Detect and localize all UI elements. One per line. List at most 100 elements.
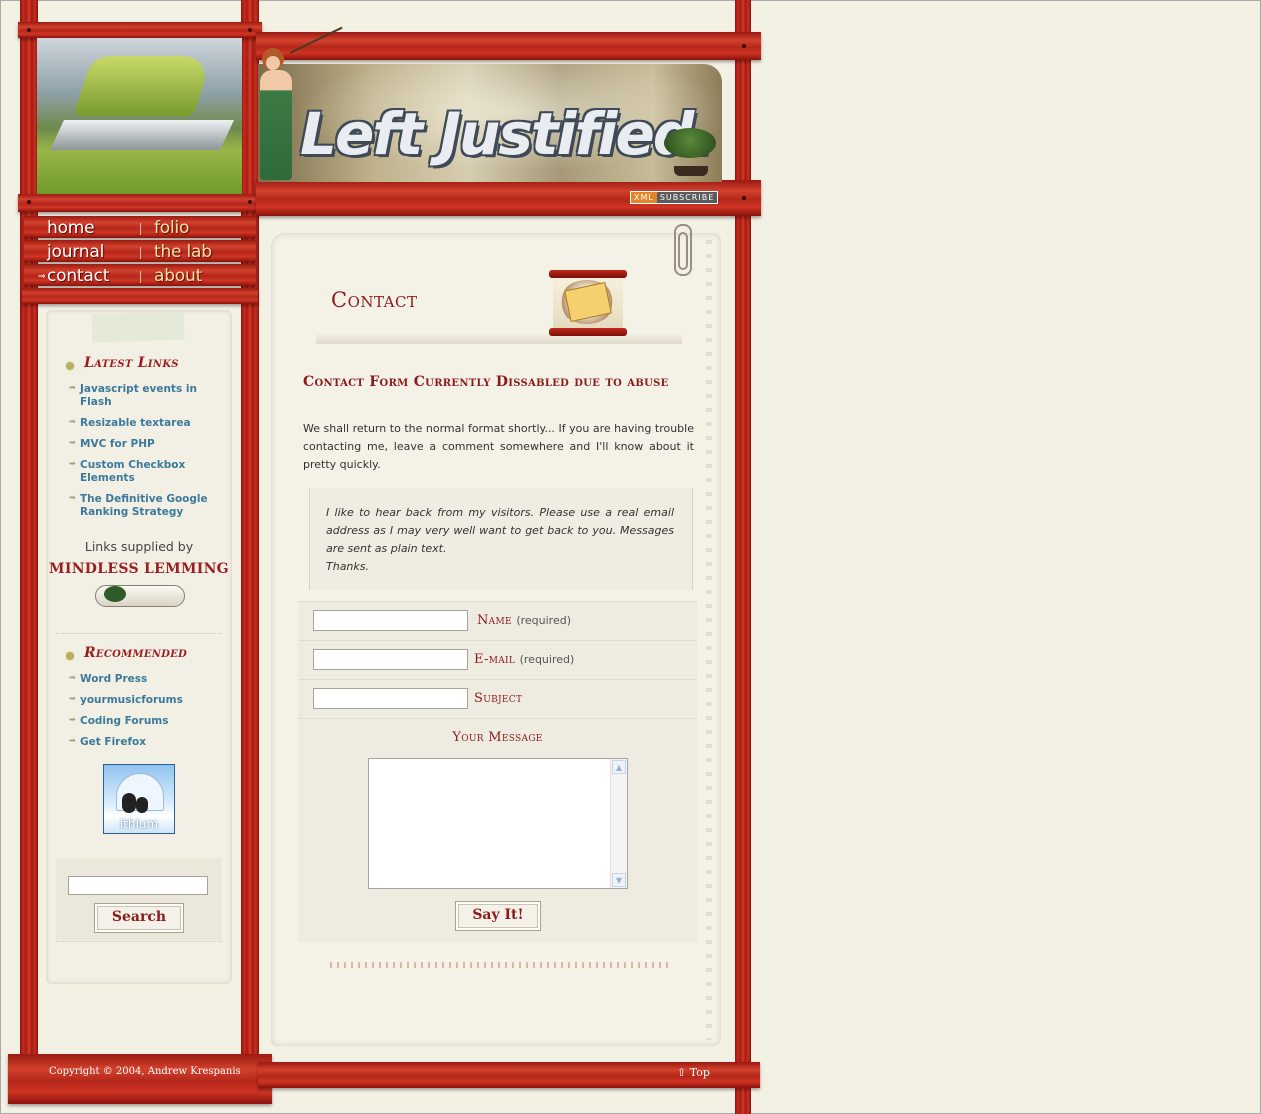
paperclip-inner: [678, 232, 688, 270]
top-left-beam: [18, 22, 262, 38]
intro-text: We shall return to the normal format sho…: [303, 422, 694, 471]
left-outer-post: [20, 0, 38, 1060]
visitor-note: I like to hear back from my visitors. Pl…: [309, 488, 693, 590]
up-arrow-icon: ⇧: [677, 1066, 687, 1079]
nav-folio[interactable]: folio: [154, 218, 189, 238]
nav-home[interactable]: home: [47, 218, 95, 238]
latest-links-heading: Latest Links: [84, 355, 179, 371]
nav-separator: [140, 223, 141, 235]
arrow-icon: ➡: [69, 417, 76, 426]
notice-heading: Contact Form Currently Dissabled due to …: [303, 374, 669, 390]
xml-badge-left: XML: [631, 192, 657, 203]
footer-left-beam: [8, 1054, 272, 1104]
divider: [56, 941, 222, 942]
subject-label: Subject: [474, 691, 523, 706]
name-label: Name (required): [477, 613, 571, 628]
scroll-rod-top: [549, 270, 627, 278]
email-label-text: E-mail: [474, 652, 516, 667]
nail-icon: [742, 196, 746, 200]
stitch-decoration: [706, 240, 712, 1040]
scroll-up-icon[interactable]: ▲: [612, 760, 626, 774]
dotted-divider: [330, 962, 670, 968]
arrow-icon: ➡: [69, 383, 76, 392]
arrow-icon: ➡: [69, 736, 76, 745]
nav-separator: [140, 271, 141, 283]
subject-field[interactable]: [313, 688, 468, 709]
active-arrow-icon: ⇒: [38, 272, 46, 282]
nav-the-lab[interactable]: the lab: [154, 242, 212, 262]
ithium-badge[interactable]: ithium: [103, 764, 175, 834]
stapler-shape: [73, 56, 213, 116]
copyright-text: Copyright © 2004, Andrew Krespanis: [49, 1066, 241, 1077]
recommended-link-item[interactable]: Get Firefox: [80, 736, 220, 749]
nail-icon: [248, 28, 252, 32]
scroll-rod-bottom: [549, 328, 627, 336]
email-required: (required): [519, 653, 575, 666]
header-thumbnail-image: [37, 38, 242, 194]
latest-link-item[interactable]: Resizable textarea: [80, 417, 220, 430]
nav-about[interactable]: about: [154, 266, 202, 286]
right-post: [735, 0, 751, 1114]
recommended-heading: Recommended: [84, 645, 188, 661]
penguin-icon: [136, 797, 148, 813]
visitor-note-sign: Thanks.: [326, 560, 370, 573]
textarea-scrollbar[interactable]: ▲ ▼: [610, 759, 627, 888]
name-required: (required): [516, 614, 571, 627]
ithium-label: ithium: [119, 817, 159, 831]
pinup-body: [260, 70, 292, 180]
arrow-icon: ➡: [69, 694, 76, 703]
nav-separator: [140, 247, 141, 259]
nav-contact[interactable]: contact: [47, 266, 109, 286]
bullet-icon: [65, 361, 75, 371]
arrow-icon: ➡: [69, 493, 76, 502]
bonsai-icon: [660, 128, 720, 180]
recommended-link-item[interactable]: yourmusicforums: [80, 694, 220, 707]
search-button[interactable]: Search: [94, 903, 184, 933]
divider: [56, 633, 222, 634]
scroll-down-icon[interactable]: ▼: [612, 873, 626, 887]
latest-link-item[interactable]: MVC for PHP: [80, 438, 220, 451]
submit-button[interactable]: Say It!: [455, 901, 541, 931]
bonsai-crown: [664, 128, 716, 158]
xml-badge-right: SUBSCRIBE: [656, 192, 718, 203]
nail-icon: [742, 44, 746, 48]
header-bottom-beam: [18, 194, 262, 212]
mindless-lemming-link[interactable]: MINDLESS LEMMING: [46, 561, 232, 577]
arrow-icon: ➡: [69, 673, 76, 682]
recommended-link-item[interactable]: Word Press: [80, 673, 220, 686]
latest-link-item[interactable]: The Definitive Google Ranking Strategy: [80, 493, 220, 519]
nail-icon: [248, 200, 252, 204]
arrow-icon: ➡: [69, 715, 76, 724]
latest-link-item[interactable]: Javascript events in Flash: [80, 383, 220, 409]
nav-bottom-beam: [22, 288, 258, 304]
arrow-icon: ➡: [69, 438, 76, 447]
bonsai-pot: [674, 166, 708, 176]
email-field[interactable]: [313, 649, 468, 670]
name-label-text: Name: [477, 613, 512, 628]
top-beam: [256, 32, 761, 60]
links-supplied-by-label: Links supplied by: [84, 539, 194, 554]
xml-subscribe-badge[interactable]: XML SUBSCRIBE: [630, 191, 719, 204]
visitor-note-text: I like to hear back from my visitors. Pl…: [326, 506, 674, 555]
mail-icon: [549, 270, 627, 338]
pinup-girl-illustration: [256, 48, 300, 184]
bullet-icon: [65, 651, 75, 661]
top-link[interactable]: ⇧ Top: [677, 1066, 710, 1079]
mindless-lemming-button[interactable]: [95, 585, 185, 607]
name-field[interactable]: [313, 610, 468, 631]
page-title: Contact: [331, 288, 418, 312]
nail-icon: [27, 28, 31, 32]
message-textarea[interactable]: ▲ ▼: [368, 758, 628, 889]
site-logo[interactable]: Left Justified.: [300, 100, 714, 168]
pinup-face: [266, 56, 280, 70]
recommended-link-item[interactable]: Coding Forums: [80, 715, 220, 728]
latest-link-item[interactable]: Custom Checkbox Elements: [80, 459, 220, 485]
tree-icon: [104, 586, 126, 602]
arrow-icon: ➡: [69, 459, 76, 468]
email-label: E-mail (required): [474, 652, 574, 667]
top-link-label: Top: [689, 1066, 710, 1079]
nav-journal[interactable]: journal: [47, 242, 104, 262]
tape-decoration: [91, 311, 185, 343]
stapler-base-shape: [50, 120, 234, 150]
search-input[interactable]: [68, 876, 208, 895]
